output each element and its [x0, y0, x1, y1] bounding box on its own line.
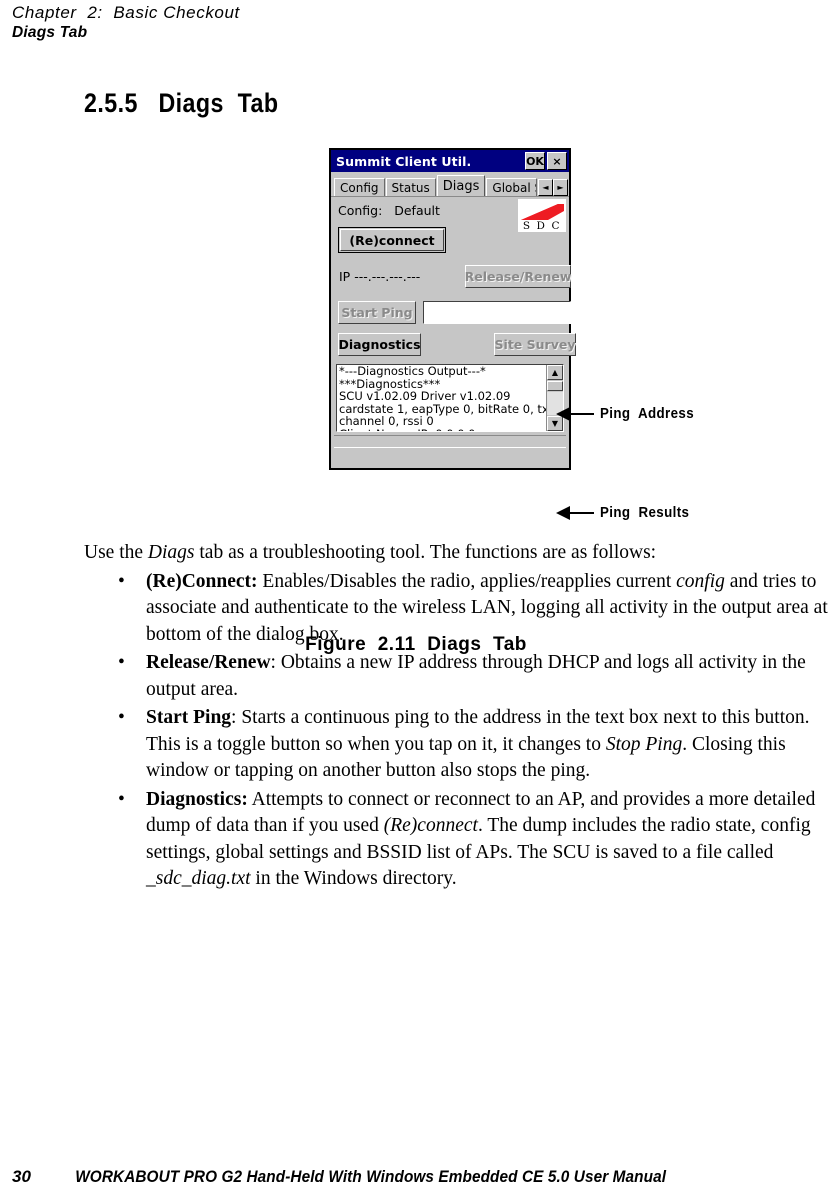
- scroll-up-icon[interactable]: ▲: [547, 365, 563, 380]
- callout-ping-results-label: Ping Results: [600, 505, 690, 521]
- sdc-logo-text: S D C: [522, 220, 562, 232]
- list-item-emphasis: Stop Ping: [605, 733, 683, 755]
- callout-arrow-icon: [556, 506, 570, 520]
- page-title: 2.5.5 Diags Tab: [84, 88, 279, 118]
- device-screenshot-window: Summit Client Util. OK × Config Status D…: [329, 148, 576, 470]
- list-item-term: Diagnostics:: [146, 788, 248, 810]
- config-label: Config: Default: [338, 203, 440, 218]
- list-item-term: Start Ping: [146, 707, 232, 728]
- running-head-section: Diags Tab: [12, 24, 88, 41]
- start-ping-button[interactable]: Start Ping: [338, 301, 416, 324]
- reconnect-button[interactable]: (Re)connect: [338, 227, 446, 253]
- ping-address-input[interactable]: [423, 301, 571, 324]
- ok-button[interactable]: OK: [525, 152, 545, 170]
- list-item-emphasis: config: [676, 570, 725, 592]
- release-renew-button[interactable]: Release/Renew: [465, 265, 571, 288]
- tab-diags[interactable]: Diags: [436, 175, 486, 196]
- list-item-text: in the Windows directory.: [250, 868, 457, 889]
- callout-leader-line: [570, 512, 594, 514]
- list-item-text: Enables/Disables the radio, applies/reap…: [257, 570, 677, 592]
- scrollbar-thumb[interactable]: [547, 381, 563, 391]
- tab-scroll-right-icon[interactable]: ►: [553, 179, 568, 196]
- tab-config[interactable]: Config: [334, 178, 385, 196]
- page-number: 30: [12, 1167, 31, 1186]
- window-title: Summit Client Util.: [336, 153, 472, 169]
- intro-text-after: tab as a troubleshooting tool. The funct…: [194, 542, 657, 563]
- figure-diags-tab: Summit Client Util. OK × Config Status D…: [0, 148, 832, 655]
- function-list: • (Re)Connect: Enables/Disables the radi…: [84, 569, 828, 893]
- running-head-chapter: Chapter 2: Basic Checkout: [12, 3, 240, 22]
- diags-tab-panel: Config: Default S D C (Re)connect IP ---…: [331, 196, 576, 451]
- close-icon[interactable]: ×: [547, 152, 567, 170]
- list-item-filename: _sdc_diag.txt: [146, 868, 251, 889]
- page-footer: 30 WORKABOUT PRO G2 Hand-Held With Windo…: [12, 1167, 688, 1187]
- list-item-term: (Re)Connect:: [146, 570, 258, 592]
- bullet-icon: •: [118, 570, 125, 592]
- bullet-icon: •: [118, 707, 125, 728]
- footer-title: WORKABOUT PRO G2 Hand-Held With Windows …: [75, 1168, 666, 1186]
- diagnostics-output-area[interactable]: *---Diagnostics Output---* ***Diagnostic…: [336, 364, 564, 432]
- diagnostics-output-text: *---Diagnostics Output---* ***Diagnostic…: [339, 364, 556, 431]
- tab-status[interactable]: Status: [385, 178, 436, 196]
- body-copy: Use the Diags tab as a troubleshooting t…: [84, 540, 828, 895]
- sdc-logo: S D C: [518, 199, 566, 232]
- window-titlebar: Summit Client Util. OK ×: [331, 150, 569, 172]
- list-item-term: Release/Renew: [146, 652, 271, 673]
- callout-leader-line: [570, 413, 594, 415]
- bullet-icon: •: [118, 652, 125, 673]
- sdc-swoosh-icon: [521, 204, 564, 220]
- tab-global-settings[interactable]: Global Setti: [486, 178, 537, 196]
- intro-emphasis: Diags: [147, 542, 195, 563]
- site-survey-button[interactable]: Site Survey: [494, 333, 576, 356]
- tab-scroll-left-icon[interactable]: ◄: [538, 179, 553, 196]
- window-bottom-strip: [334, 435, 566, 448]
- ip-address-label: IP ---.---.---.---: [339, 269, 421, 284]
- intro-text-before: Use the: [84, 542, 148, 563]
- tab-bar: Config Status Diags Global Setti ◄ ►: [331, 174, 569, 196]
- bullet-icon: •: [118, 788, 125, 810]
- diagnostics-button[interactable]: Diagnostics: [338, 333, 421, 356]
- callout-ping-address: Ping Address: [556, 406, 702, 422]
- list-item: • Diagnostics: Attempts to connect or re…: [84, 787, 828, 893]
- callout-ping-address-label: Ping Address: [600, 406, 694, 422]
- list-item: • (Re)Connect: Enables/Disables the radi…: [84, 569, 828, 649]
- list-item-emphasis: (Re)connect: [383, 815, 478, 836]
- list-item: • Release/Renew: Obtains a new IP addres…: [84, 650, 828, 703]
- callout-ping-results: Ping Results: [556, 505, 697, 521]
- list-item: • Start Ping: Starts a continuous ping t…: [84, 705, 828, 785]
- intro-paragraph: Use the Diags tab as a troubleshooting t…: [84, 540, 828, 567]
- callout-arrow-icon: [556, 407, 570, 421]
- tab-scroll-controls: ◄ ►: [538, 179, 568, 196]
- running-head: Chapter 2: Basic Checkout Diags Tab: [12, 2, 512, 42]
